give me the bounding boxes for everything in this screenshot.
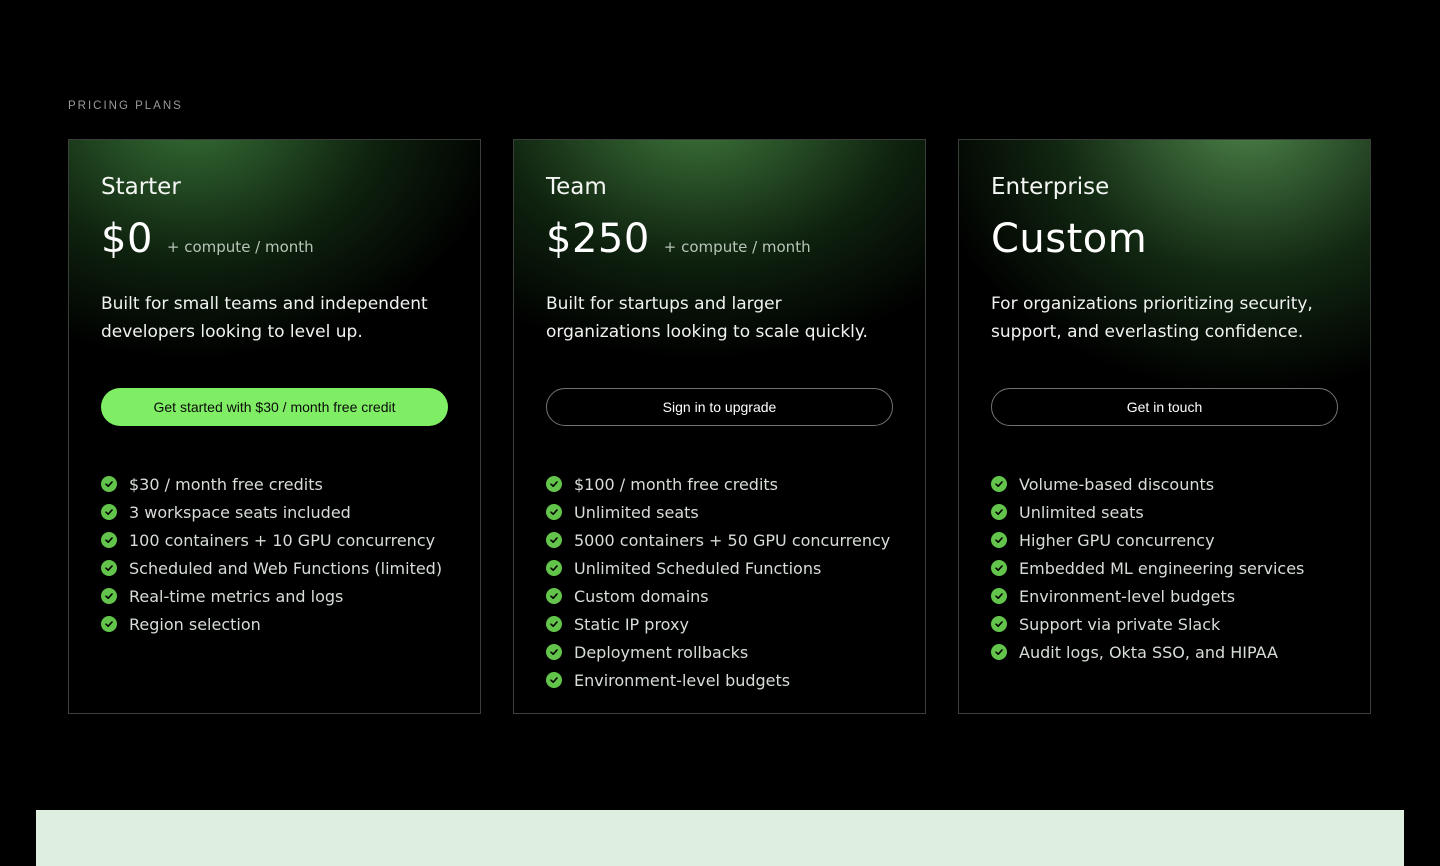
feature-label: Unlimited seats: [1019, 502, 1144, 522]
feature-item: 3 workspace seats included: [101, 498, 448, 526]
feature-item: Deployment rollbacks: [546, 638, 893, 666]
feature-label: $100 / month free credits: [574, 474, 779, 494]
check-icon: [101, 588, 117, 604]
price-row: $0 + compute / month: [101, 214, 448, 264]
feature-label: $30 / month free credits: [129, 474, 323, 494]
feature-item: Scheduled and Web Functions (limited): [101, 554, 448, 582]
price-suffix: + compute / month: [663, 238, 811, 256]
next-section-band: [36, 810, 1404, 866]
check-icon: [101, 616, 117, 632]
section-label: PRICING PLANS: [68, 100, 183, 112]
feature-label: 3 workspace seats included: [129, 502, 351, 522]
feature-label: Higher GPU concurrency: [1019, 530, 1215, 550]
price-suffix: + compute / month: [166, 238, 314, 256]
plan-description: Built for startups and larger organizati…: [546, 294, 868, 342]
pricing-cards: Starter $0 + compute / month Built for s…: [68, 139, 1371, 714]
plan-price: $0: [101, 216, 153, 262]
feature-label: Static IP proxy: [574, 614, 689, 634]
feature-label: Support via private Slack: [1019, 614, 1221, 634]
feature-label: Custom domains: [574, 586, 709, 606]
check-icon: [991, 588, 1007, 604]
feature-label: 100 containers + 10 GPU concurrency: [129, 530, 436, 550]
plan-description: Built for small teams and independent de…: [101, 294, 428, 342]
check-icon: [991, 644, 1007, 660]
feature-item: Unlimited Scheduled Functions: [546, 554, 893, 582]
feature-item: Support via private Slack: [991, 610, 1338, 638]
feature-label: 5000 containers + 50 GPU concurrency: [574, 530, 891, 550]
feature-item: Volume-based discounts: [991, 470, 1338, 498]
plan-card-enterprise: Enterprise Custom For organizations prio…: [958, 139, 1371, 714]
feature-label: Scheduled and Web Functions (limited): [129, 558, 443, 578]
plan-card-starter: Starter $0 + compute / month Built for s…: [68, 139, 481, 714]
feature-list: $30 / month free credits 3 workspace sea…: [101, 470, 448, 638]
feature-label: Environment-level budgets: [574, 670, 791, 690]
sign-in-upgrade-button[interactable]: Sign in to upgrade: [546, 388, 893, 426]
price-row: Custom: [991, 214, 1338, 264]
feature-list: $100 / month free credits Unlimited seat…: [546, 470, 893, 694]
plan-name: Starter: [101, 174, 181, 200]
feature-label: Environment-level budgets: [1019, 586, 1236, 606]
plan-price: $250: [546, 216, 650, 262]
check-icon: [546, 616, 562, 632]
check-icon: [101, 560, 117, 576]
feature-item: Custom domains: [546, 582, 893, 610]
check-icon: [991, 560, 1007, 576]
feature-item: Unlimited seats: [991, 498, 1338, 526]
price-row: $250 + compute / month: [546, 214, 893, 264]
feature-label: Unlimited Scheduled Functions: [574, 558, 822, 578]
feature-label: Unlimited seats: [574, 502, 699, 522]
feature-item: Environment-level budgets: [546, 666, 893, 694]
check-icon: [991, 616, 1007, 632]
feature-item: 5000 containers + 50 GPU concurrency: [546, 526, 893, 554]
plan-price: Custom: [991, 216, 1148, 262]
check-icon: [546, 504, 562, 520]
feature-item: $30 / month free credits: [101, 470, 448, 498]
feature-item: $100 / month free credits: [546, 470, 893, 498]
feature-item: Higher GPU concurrency: [991, 526, 1338, 554]
feature-item: Audit logs, Okta SSO, and HIPAA: [991, 638, 1338, 666]
get-started-button[interactable]: Get started with $30 / month free credit: [101, 388, 448, 426]
check-icon: [546, 588, 562, 604]
check-icon: [546, 532, 562, 548]
feature-item: Environment-level budgets: [991, 582, 1338, 610]
check-icon: [101, 504, 117, 520]
feature-list: Volume-based discounts Unlimited seats H…: [991, 470, 1338, 666]
feature-label: Region selection: [129, 614, 261, 634]
plan-description: For organizations prioritizing security,…: [991, 294, 1313, 342]
feature-item: Static IP proxy: [546, 610, 893, 638]
check-icon: [991, 476, 1007, 492]
check-icon: [546, 560, 562, 576]
feature-label: Deployment rollbacks: [574, 642, 749, 662]
feature-item: 100 containers + 10 GPU concurrency: [101, 526, 448, 554]
plan-name: Enterprise: [991, 174, 1110, 200]
check-icon: [546, 672, 562, 688]
feature-label: Audit logs, Okta SSO, and HIPAA: [1019, 642, 1278, 662]
check-icon: [546, 644, 562, 660]
feature-item: Unlimited seats: [546, 498, 893, 526]
plan-card-team: Team $250 + compute / month Built for st…: [513, 139, 926, 714]
feature-label: Volume-based discounts: [1019, 474, 1215, 494]
check-icon: [546, 476, 562, 492]
feature-item: Embedded ML engineering services: [991, 554, 1338, 582]
check-icon: [991, 532, 1007, 548]
check-icon: [101, 532, 117, 548]
plan-name: Team: [546, 174, 607, 200]
check-icon: [101, 476, 117, 492]
feature-label: Embedded ML engineering services: [1019, 558, 1305, 578]
feature-label: Real-time metrics and logs: [129, 586, 344, 606]
check-icon: [991, 504, 1007, 520]
get-in-touch-button[interactable]: Get in touch: [991, 388, 1338, 426]
feature-item: Real-time metrics and logs: [101, 582, 448, 610]
feature-item: Region selection: [101, 610, 448, 638]
